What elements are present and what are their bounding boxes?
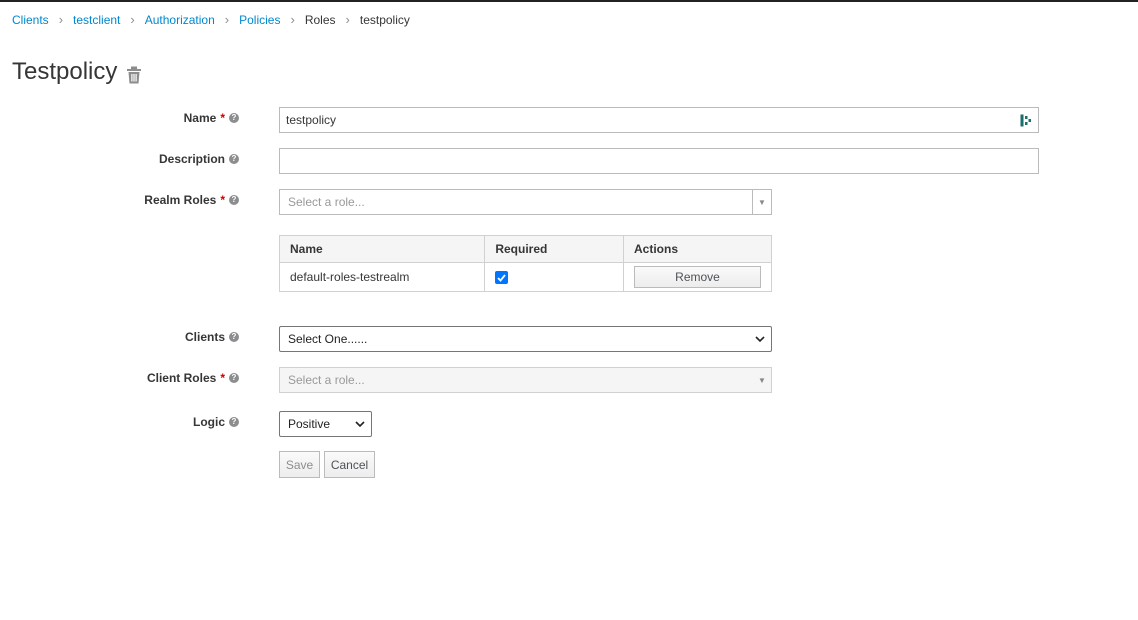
chevron-down-icon	[755, 336, 765, 343]
page-title: Testpolicy	[12, 58, 118, 85]
help-icon[interactable]: ?	[229, 154, 239, 164]
breadcrumb-authorization[interactable]: Authorization	[145, 13, 215, 27]
clients-label-text: Clients	[184, 330, 225, 344]
clients-select[interactable]: Select One......	[279, 326, 772, 352]
logic-label-text: Logic	[193, 415, 225, 429]
breadcrumb-clients[interactable]: Clients	[12, 13, 49, 27]
page-title-row: Testpolicy	[12, 58, 142, 86]
chevron-down-icon: ▼	[758, 375, 766, 385]
trash-icon[interactable]	[126, 63, 142, 84]
table-header-row: Name Required Actions	[278, 235, 772, 263]
logic-label: Logic ?	[193, 415, 239, 429]
breadcrumb: Clients › testclient › Authorization › P…	[12, 12, 410, 27]
logic-select[interactable]: Positive	[279, 411, 372, 437]
cancel-button[interactable]: Cancel	[324, 451, 375, 478]
name-field[interactable]: testpolicy	[279, 107, 1039, 133]
help-icon[interactable]: ?	[229, 373, 239, 383]
name-field-value: testpolicy	[286, 113, 337, 127]
client-roles-label: Client Roles * ?	[147, 371, 239, 385]
table-row: default-roles-testrealm Remove	[278, 262, 772, 292]
password-manager-icon[interactable]	[1020, 114, 1032, 127]
client-roles-placeholder: Select a role...	[288, 373, 365, 387]
save-button[interactable]: Save	[279, 451, 320, 478]
required-mark: *	[220, 371, 225, 385]
clients-select-value: Select One......	[288, 332, 368, 346]
help-icon[interactable]: ?	[229, 195, 239, 205]
client-roles-select[interactable]: Select a role... ▼	[279, 367, 772, 393]
check-icon	[497, 274, 507, 282]
realm-roles-table: Name Required Actions default-roles-test…	[278, 235, 772, 292]
breadcrumb-separator: ›	[290, 12, 295, 27]
help-icon[interactable]: ?	[229, 332, 239, 342]
role-name-cell: default-roles-testrealm	[278, 262, 486, 292]
remove-button[interactable]: Remove	[634, 266, 761, 288]
description-label-text: Description	[158, 152, 225, 166]
breadcrumb-separator: ›	[130, 12, 135, 27]
realm-roles-placeholder: Select a role...	[288, 195, 365, 209]
realm-roles-label: Realm Roles * ?	[144, 193, 239, 207]
required-checkbox[interactable]	[495, 271, 509, 285]
client-roles-label-text: Client Roles	[146, 371, 217, 385]
column-header-name: Name	[278, 235, 486, 263]
help-icon[interactable]: ?	[229, 113, 239, 123]
chevron-down-icon	[355, 421, 365, 428]
column-header-actions: Actions	[623, 235, 772, 263]
chevron-down-icon[interactable]: ▼	[752, 190, 771, 214]
logic-select-value: Positive	[288, 417, 331, 431]
required-cell	[484, 262, 624, 292]
breadcrumb-separator: ›	[58, 12, 64, 27]
breadcrumb-roles: Roles	[304, 12, 336, 27]
name-label-text: Name	[183, 111, 217, 125]
breadcrumb-policies[interactable]: Policies	[239, 13, 280, 27]
description-field[interactable]	[279, 148, 1039, 174]
breadcrumb-separator: ›	[345, 12, 350, 27]
breadcrumb-separator: ›	[224, 12, 230, 27]
breadcrumb-current: testpolicy	[359, 12, 410, 27]
clients-label: Clients ?	[185, 330, 239, 344]
help-icon[interactable]: ?	[229, 417, 239, 427]
actions-cell: Remove	[623, 262, 772, 292]
realm-roles-label-text: Realm Roles	[144, 193, 217, 207]
required-mark: *	[220, 193, 225, 207]
realm-roles-select[interactable]: Select a role... ▼	[279, 189, 772, 215]
required-mark: *	[220, 111, 225, 125]
column-header-required: Required	[484, 235, 624, 263]
description-label: Description ?	[159, 152, 239, 166]
breadcrumb-testclient[interactable]: testclient	[73, 13, 120, 27]
name-label: Name * ?	[184, 111, 239, 125]
